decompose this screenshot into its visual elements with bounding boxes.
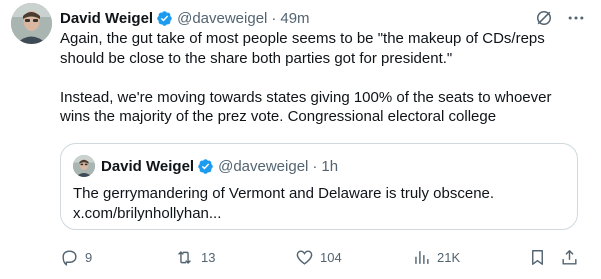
repost-icon [174,248,195,267]
author-name[interactable]: David Weigel [60,10,153,27]
action-bar: 9 13 104 21K [60,245,580,269]
quoted-tweet-header: David Weigel @daveweigel · 1h [73,155,338,177]
like-icon [295,248,314,267]
header-actions [533,7,587,29]
tweet-header: David Weigel @daveweigel · 49m [60,7,587,29]
share-icon [560,248,579,267]
like-count: 104 [320,249,342,265]
author-handle[interactable]: @daveweigel [177,10,267,27]
quoted-timestamp: 1h [321,157,339,175]
tweet-paragraph-1: Again, the gut take of most people seems… [60,30,545,67]
quoted-author-handle: @daveweigel [218,157,309,175]
separator-dot: · [312,157,318,175]
quoted-tweet-text: The gerrymandering of Vermont and Delawa… [73,184,494,224]
verified-badge-icon [197,158,214,175]
grok-icon[interactable] [533,7,555,29]
bookmark-icon [528,248,547,267]
reply-count: 9 [85,249,93,265]
repost-button[interactable]: 13 [174,245,215,269]
quoted-link[interactable]: x.com/brilynhollyhan... [73,204,494,224]
bookmark-button[interactable] [528,245,547,269]
separator-dot: · [271,9,277,27]
quoted-tweet[interactable]: David Weigel @daveweigel · 1h The gerrym… [60,143,578,230]
quoted-author-name: David Weigel [101,157,195,175]
tweet-text: Again, the gut take of most people seems… [60,29,580,127]
reply-icon [60,248,79,267]
avatar[interactable] [11,3,52,44]
verified-badge-icon[interactable] [156,10,173,27]
share-button[interactable] [560,245,579,269]
quoted-text-line: The gerrymandering of Vermont and Delawa… [73,185,495,202]
repost-count: 13 [201,249,216,265]
more-icon[interactable] [565,7,587,29]
timestamp[interactable]: 49m [280,10,309,27]
views-count: 21K [437,249,461,265]
like-button[interactable]: 104 [295,245,342,269]
views-button[interactable]: 21K [412,245,460,269]
quoted-avatar [73,155,95,177]
tweet-paragraph-2: Instead, we're moving towards states giv… [60,88,552,126]
views-icon [412,248,431,267]
reply-button[interactable]: 9 [60,245,92,269]
